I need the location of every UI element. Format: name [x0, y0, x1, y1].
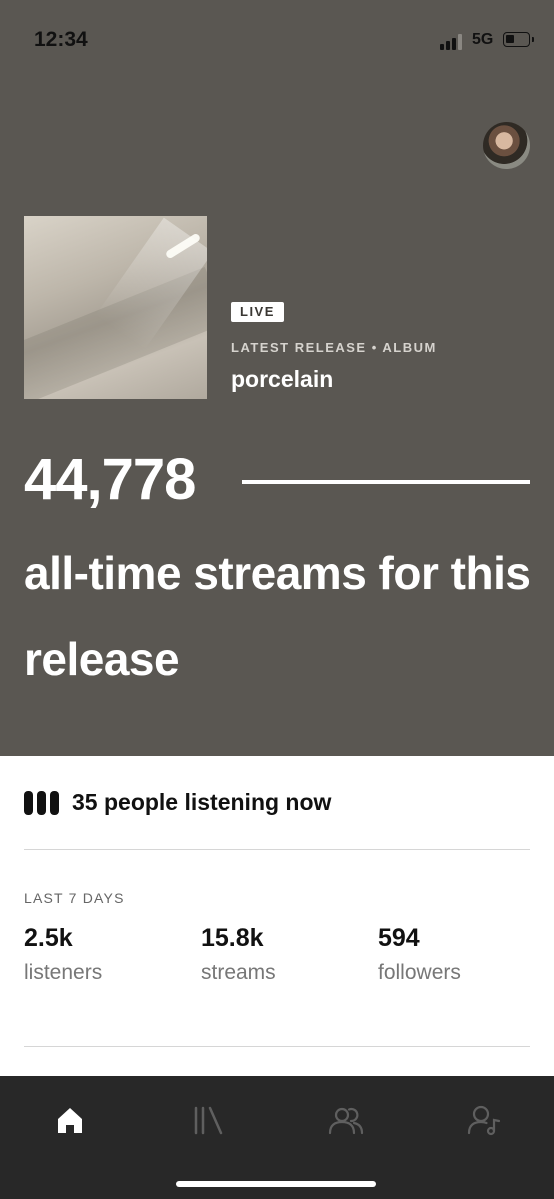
period-label: LAST 7 DAYS [24, 890, 125, 906]
tab-home[interactable] [50, 1100, 90, 1140]
profile-music-icon [467, 1105, 501, 1136]
stat-value: 2.5k [24, 924, 73, 952]
live-badge: LIVE [231, 302, 284, 322]
library-icon [194, 1106, 223, 1135]
section-divider [24, 1046, 530, 1047]
listening-now-text[interactable]: 35 people listening now [72, 789, 331, 816]
status-time: 12:34 [34, 28, 88, 51]
section-divider [24, 849, 530, 850]
battery-icon [503, 32, 534, 47]
stat-value: 594 [378, 924, 420, 952]
stat-streams[interactable]: 15.8k streams [201, 924, 371, 985]
release-hero: 12:34 5G LIVE LATEST RELEASE • ALBUM por… [0, 0, 554, 756]
home-icon [58, 1108, 82, 1133]
audience-icon [328, 1107, 364, 1135]
tab-audience[interactable] [326, 1100, 366, 1140]
stat-label: listeners [24, 961, 103, 984]
status-bar: 12:34 5G [0, 0, 554, 80]
tab-profile[interactable] [464, 1100, 504, 1140]
stream-count-caption: all-time streams for this release [24, 547, 531, 685]
home-indicator[interactable] [176, 1181, 376, 1187]
profile-avatar[interactable] [483, 122, 530, 169]
stat-value: 15.8k [201, 924, 264, 952]
all-time-stream-count: 44,778 [24, 447, 196, 512]
release-meta: LATEST RELEASE • ALBUM [231, 340, 437, 355]
stat-label: followers [378, 961, 461, 984]
stream-count-divider [242, 480, 530, 484]
network-type: 5G [472, 31, 494, 48]
signal-strength-icon [440, 34, 464, 50]
equalizer-icon [24, 791, 60, 815]
stat-listeners[interactable]: 2.5k listeners [24, 924, 194, 985]
stat-label: streams [201, 961, 276, 984]
tab-library[interactable] [188, 1100, 228, 1140]
album-cover[interactable] [24, 216, 207, 399]
stat-followers[interactable]: 594 followers [378, 924, 548, 985]
release-title[interactable]: porcelain [231, 366, 333, 393]
